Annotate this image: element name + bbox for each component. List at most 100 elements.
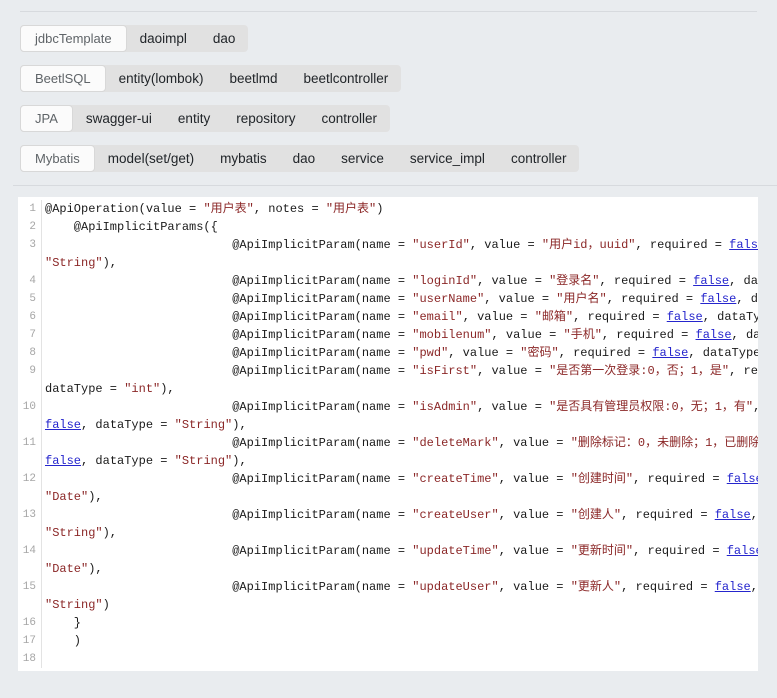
code-text: , required =: [600, 274, 694, 288]
code-line: 14 @ApiImplicitParam(name = "updateTime"…: [18, 542, 758, 578]
code-line-content: @ApiOperation(value = "用户表", notes = "用户…: [42, 200, 758, 218]
code-string: "pwd": [412, 346, 448, 360]
code-text: , required =: [633, 544, 727, 558]
code-string: "更新人": [571, 580, 621, 594]
tab-item-beetlcontroller[interactable]: beetlcontroller: [290, 65, 401, 92]
code-line-content: @ApiImplicitParam(name = "loginId", valu…: [42, 272, 758, 290]
code-row: @ApiImplicitParam(name = "createUser", v…: [45, 506, 758, 524]
code-text: , required =: [753, 400, 758, 414]
code-text: , required =: [602, 328, 696, 342]
code-text: @ApiImplicitParam(name =: [45, 364, 412, 378]
code-row: "String"),: [45, 524, 758, 542]
tab-item-dao[interactable]: dao: [280, 145, 329, 172]
code-string: "createTime": [412, 472, 498, 486]
code-lines: 1@ApiOperation(value = "用户表", notes = "用…: [18, 200, 758, 668]
code-text: ),: [160, 382, 174, 396]
code-row: ): [45, 632, 758, 650]
code-line: 16 }: [18, 614, 758, 632]
tab-item-repository[interactable]: repository: [223, 105, 308, 132]
code-text: , dataType =: [736, 292, 758, 306]
code-text: , dataType =: [81, 418, 175, 432]
code-text: , value =: [463, 310, 535, 324]
tab-item-entity[interactable]: entity: [165, 105, 223, 132]
code-text: , dataType =: [751, 508, 758, 522]
code-text: , required =: [621, 508, 715, 522]
code-text: , value =: [491, 328, 563, 342]
tab-item-controller[interactable]: controller: [308, 105, 390, 132]
line-number: 15: [18, 578, 42, 614]
code-line-content: @ApiImplicitParam(name = "createUser", v…: [42, 506, 758, 542]
code-text: , value =: [477, 364, 549, 378]
code-string: "用户名": [556, 292, 606, 306]
code-string: "userId": [412, 238, 470, 252]
code-string: "createUser": [412, 508, 498, 522]
code-keyword: false: [729, 238, 758, 252]
tab-item-controller[interactable]: controller: [498, 145, 580, 172]
code-keyword: false: [45, 418, 81, 432]
code-text: @ApiImplicitParam(name =: [45, 400, 412, 414]
code-text: dataType =: [45, 382, 124, 396]
code-row: @ApiImplicitParam(name = "isAdmin", valu…: [45, 398, 758, 416]
code-row: @ApiOperation(value = "用户表", notes = "用户…: [45, 200, 758, 218]
code-row: @ApiImplicitParam(name = "pwd", value = …: [45, 344, 758, 362]
code-string: "更新时间": [571, 544, 633, 558]
code-line-content: @ApiImplicitParam(name = "pwd", value = …: [42, 344, 758, 362]
tab-item-dao[interactable]: dao: [200, 25, 249, 52]
code-text: @ApiImplicitParam(name =: [45, 436, 412, 450]
code-text: ): [45, 634, 81, 648]
code-text: @ApiOperation(value =: [45, 202, 203, 216]
code-line: 3 @ApiImplicitParam(name = "userId", val…: [18, 236, 758, 272]
code-row: @ApiImplicitParam(name = "email", value …: [45, 308, 758, 326]
tab-group-jdbctemplate: jdbcTemplatedaoimpldao: [20, 25, 248, 52]
code-line: 6 @ApiImplicitParam(name = "email", valu…: [18, 308, 758, 326]
tab-item-daoimpl[interactable]: daoimpl: [127, 25, 200, 52]
tab-item-beetlmd[interactable]: beetlmd: [216, 65, 290, 92]
tab-item-model-set-get[interactable]: model(set/get): [95, 145, 207, 172]
code-text: @ApiImplicitParam(name =: [45, 310, 412, 324]
code-text: @ApiImplicitParam(name =: [45, 544, 412, 558]
line-number: 9: [18, 362, 42, 398]
code-text: , dataType =: [81, 454, 175, 468]
code-line: 11 @ApiImplicitParam(name = "deleteMark"…: [18, 434, 758, 470]
line-number: 3: [18, 236, 42, 272]
code-text: @ApiImplicitParam(name =: [45, 472, 412, 486]
code-text: , notes =: [254, 202, 326, 216]
code-row: @ApiImplicitParam(name = "loginId", valu…: [45, 272, 758, 290]
tab-item-swagger-ui[interactable]: swagger-ui: [73, 105, 165, 132]
code-text: @ApiImplicitParams({: [45, 220, 218, 234]
code-text: @ApiImplicitParam(name =: [45, 580, 412, 594]
code-string: "mobilenum": [412, 328, 491, 342]
code-row: "Date"),: [45, 488, 758, 506]
code-text: @ApiImplicitParam(name =: [45, 328, 412, 342]
code-keyword: false: [715, 580, 751, 594]
code-text: , required =: [636, 238, 730, 252]
code-line-content: @ApiImplicitParam(name = "email", value …: [42, 308, 758, 326]
line-number: 7: [18, 326, 42, 344]
line-number: 6: [18, 308, 42, 326]
tab-group-row-beetlsql: BeetlSQLentity(lombok)beetlmdbeetlcontro…: [20, 65, 777, 92]
code-text: ),: [232, 418, 246, 432]
line-number: 5: [18, 290, 42, 308]
tab-group-beetlsql: BeetlSQLentity(lombok)beetlmdbeetlcontro…: [20, 65, 401, 92]
code-text: , value =: [499, 508, 571, 522]
tab-item-service-impl[interactable]: service_impl: [397, 145, 498, 172]
tab-item-mybatis[interactable]: mybatis: [207, 145, 280, 172]
code-string: "邮箱": [535, 310, 573, 324]
code-line-content: @ApiImplicitParam(name = "isFirst", valu…: [42, 362, 758, 398]
tab-group-row-mybatis: Mybatismodel(set/get)mybatisdaoservicese…: [20, 145, 777, 172]
code-row: @ApiImplicitParam(name = "createTime", v…: [45, 470, 758, 488]
tab-item-entity-lombok[interactable]: entity(lombok): [106, 65, 217, 92]
code-string: "创建时间": [571, 472, 633, 486]
code-line: 13 @ApiImplicitParam(name = "createUser"…: [18, 506, 758, 542]
tab-item-service[interactable]: service: [328, 145, 397, 172]
code-keyword: false: [700, 292, 736, 306]
code-keyword: false: [652, 346, 688, 360]
line-number: 2: [18, 218, 42, 236]
code-text: , dataType =: [751, 580, 758, 594]
code-text: @ApiImplicitParam(name =: [45, 238, 412, 252]
code-string: "String": [45, 256, 103, 270]
code-text: , dataType =: [688, 346, 758, 360]
code-line-content: @ApiImplicitParams({: [42, 218, 758, 236]
code-string: "密码": [520, 346, 558, 360]
code-keyword: false: [667, 310, 703, 324]
